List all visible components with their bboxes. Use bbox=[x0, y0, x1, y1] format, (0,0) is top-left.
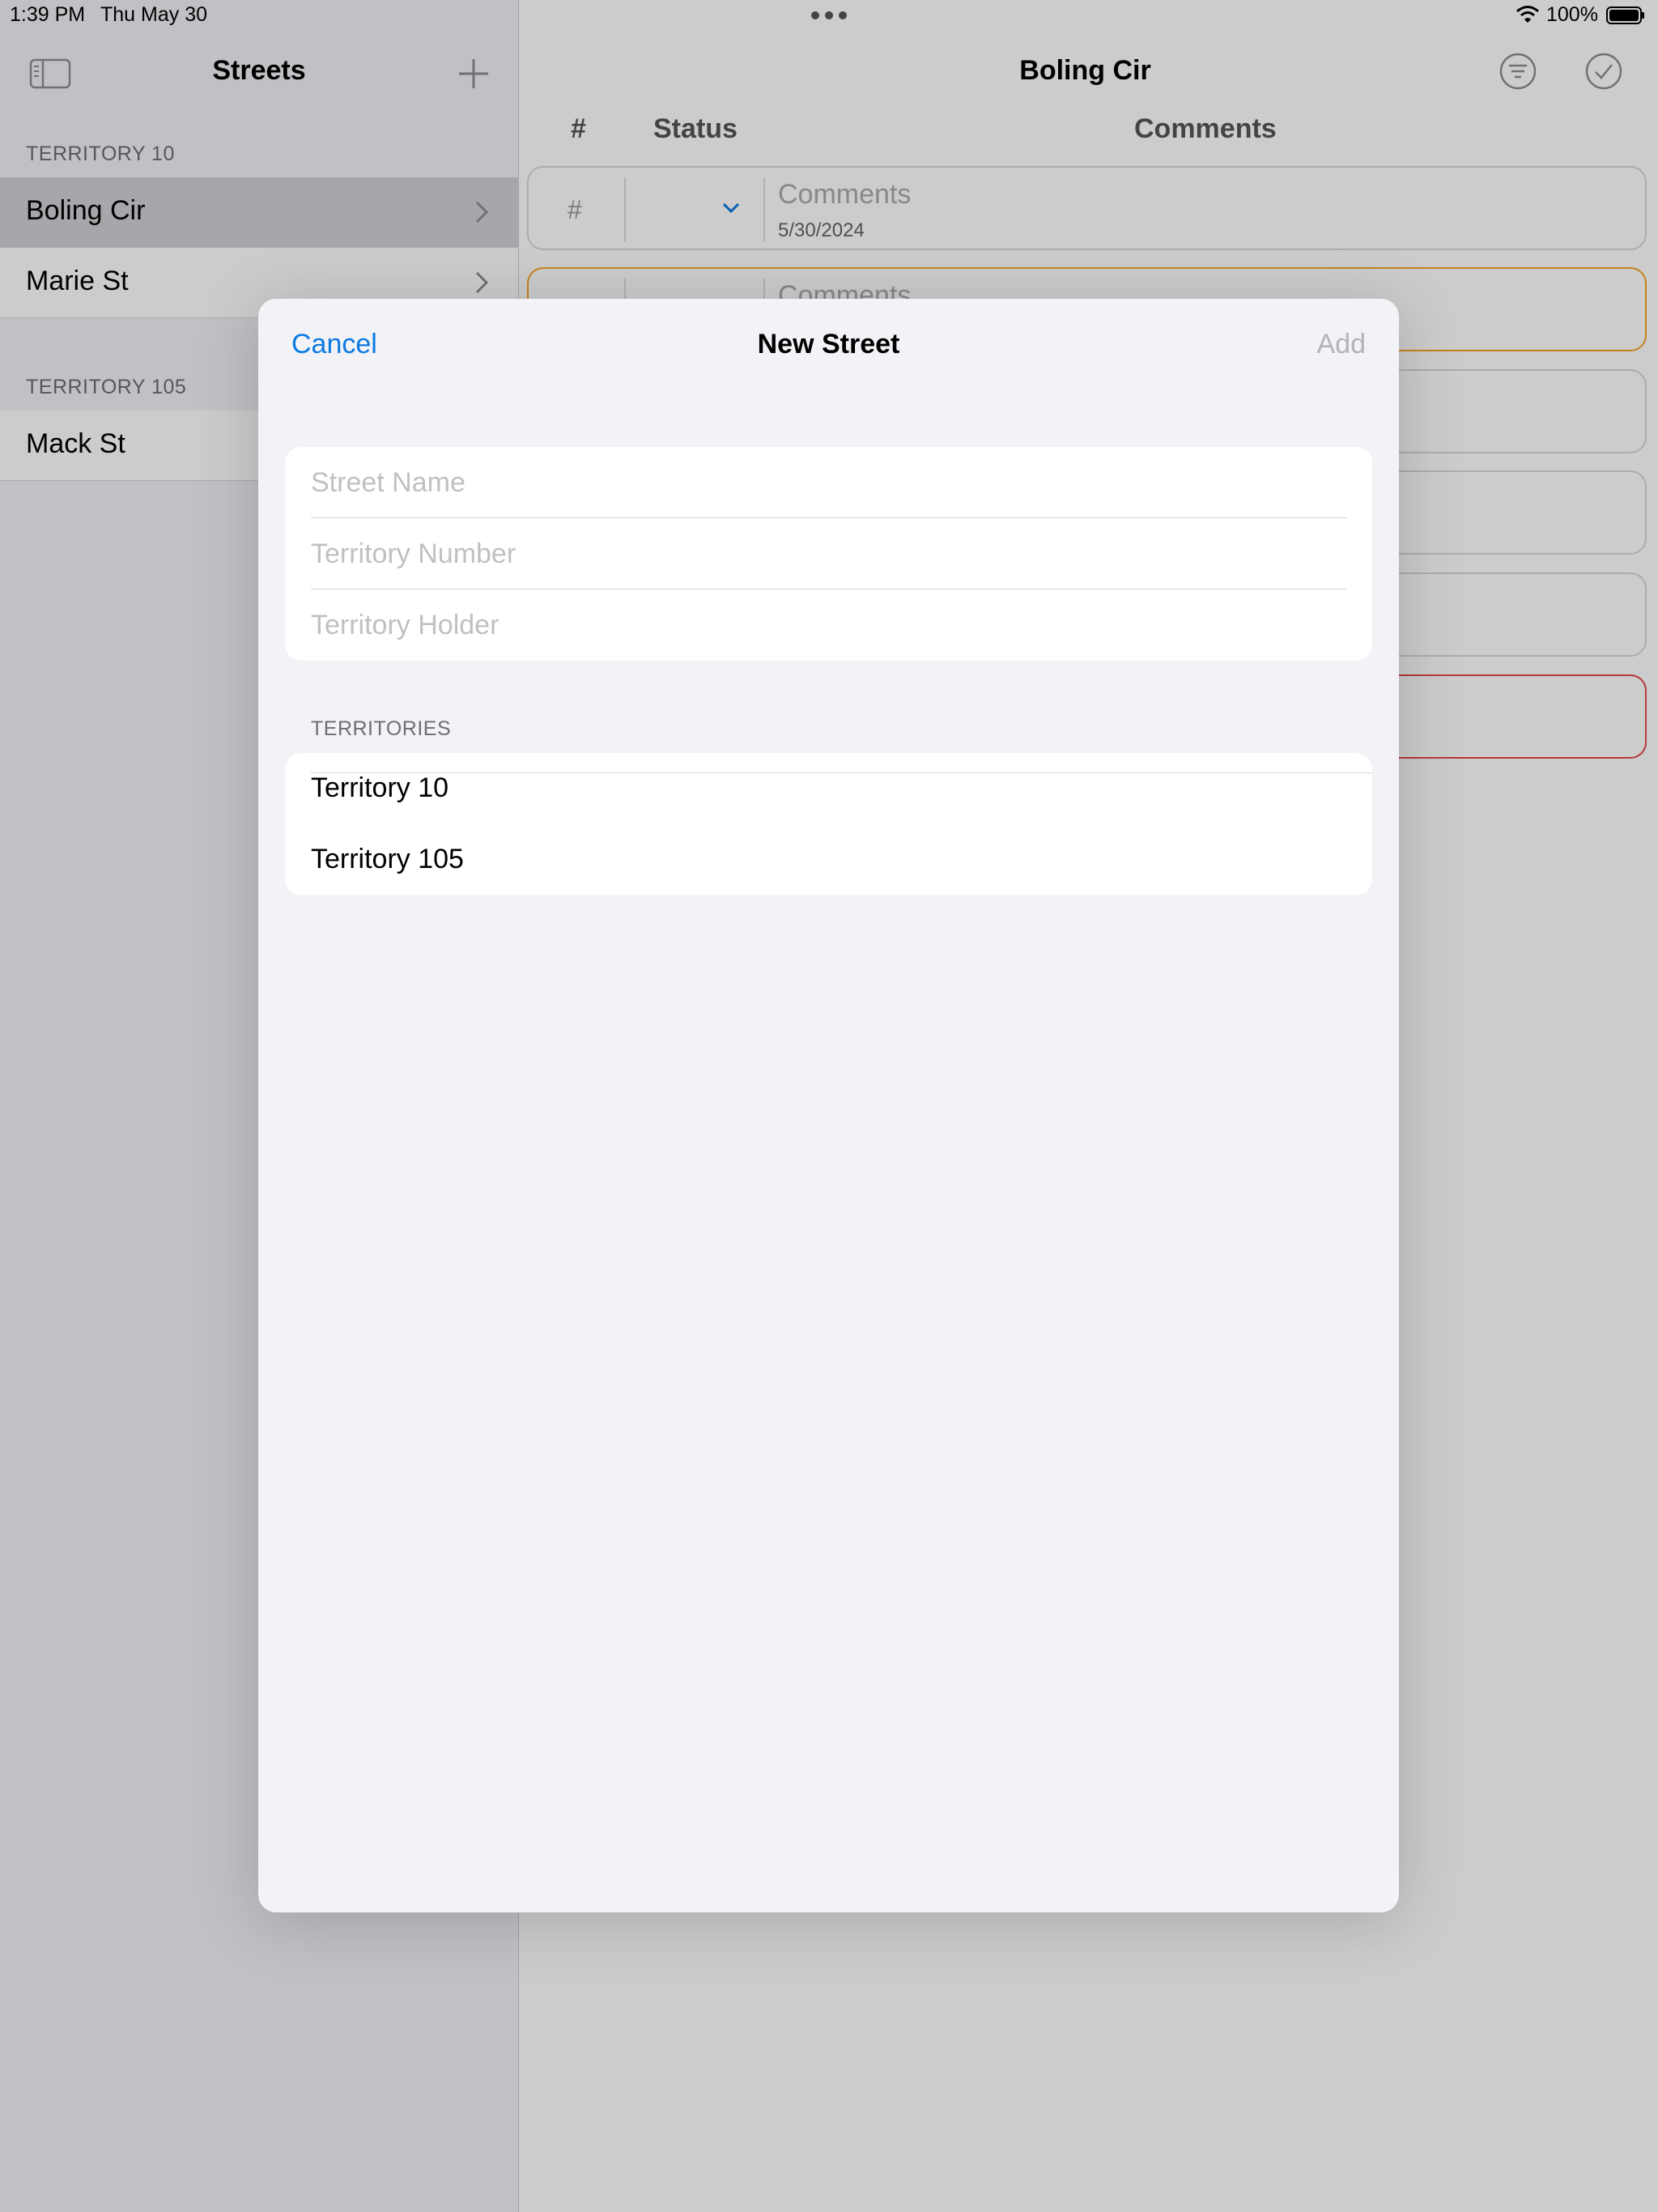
add-button[interactable]: Add bbox=[1317, 329, 1367, 360]
new-street-sheet: New Street Cancel Add TERRITORIES Territ… bbox=[258, 299, 1399, 1912]
cancel-button[interactable]: Cancel bbox=[291, 329, 377, 360]
sheet-title: New Street bbox=[757, 329, 900, 359]
territory-option-label: Territory 105 bbox=[311, 844, 464, 874]
territory-number-input[interactable] bbox=[311, 518, 1346, 589]
street-form-group bbox=[285, 447, 1372, 661]
territory-holder-input[interactable] bbox=[311, 589, 1346, 661]
territory-option-label: Territory 10 bbox=[311, 772, 449, 803]
divider bbox=[311, 772, 1372, 773]
street-name-input[interactable] bbox=[311, 447, 1346, 518]
territories-header: TERRITORIES bbox=[311, 717, 452, 740]
territory-option[interactable]: Territory 10 bbox=[285, 753, 1372, 824]
territory-number-row bbox=[285, 518, 1372, 589]
street-name-row bbox=[285, 447, 1372, 518]
territories-list: Territory 10 Territory 105 bbox=[285, 753, 1372, 895]
territory-holder-row bbox=[285, 589, 1372, 661]
territory-option[interactable]: Territory 105 bbox=[285, 824, 1372, 895]
